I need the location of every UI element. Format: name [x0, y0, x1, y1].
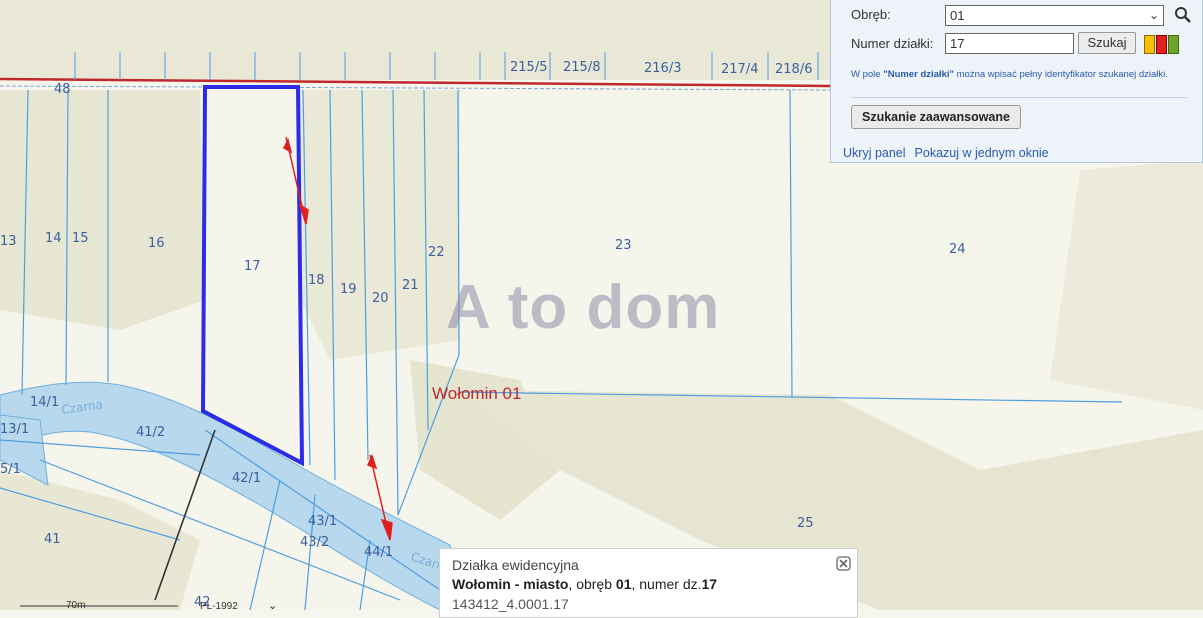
obreb-select-value: 01: [950, 8, 965, 23]
parcel-label: 17: [244, 259, 261, 274]
parcel-label: 16: [148, 236, 165, 251]
parcel-label: 216/3: [644, 61, 681, 76]
popup-title: Działka ewidencyjna: [452, 557, 579, 573]
parcel-label: 21: [402, 278, 419, 293]
color-red-button[interactable]: [1156, 35, 1167, 54]
color-yellow-button[interactable]: [1144, 35, 1155, 54]
parcel-label: 22: [428, 245, 445, 260]
single-window-link[interactable]: Pokazuj w jednym oknie: [915, 146, 1049, 160]
color-green-button[interactable]: [1168, 35, 1179, 54]
parcel-label: 20: [372, 291, 389, 306]
parcel-number-input[interactable]: 17: [945, 33, 1074, 54]
green-area: [0, 90, 205, 330]
parcel-label: 44/1: [364, 545, 393, 560]
obreb-select[interactable]: 01 ⌄: [945, 5, 1164, 26]
divider: [851, 97, 1187, 98]
advanced-search-button[interactable]: Szukanie zaawansowane: [851, 105, 1021, 129]
parcel-label: 43/2: [300, 535, 329, 550]
parcel-label: 217/4: [721, 62, 758, 77]
chevron-down-icon: ⌄: [1148, 8, 1159, 22]
chevron-down-icon[interactable]: ⌄: [268, 599, 277, 612]
search-button[interactable]: Szukaj: [1078, 32, 1136, 54]
close-icon[interactable]: [836, 556, 851, 571]
parcel-label: 215/5: [510, 60, 547, 75]
parcel-label: 15: [72, 231, 89, 246]
green-area: [0, 0, 830, 80]
hide-panel-link[interactable]: Ukryj panel: [843, 146, 906, 160]
parcel-label: 14: [45, 231, 62, 246]
parcel-label: Numer działki:: [851, 36, 934, 51]
watermark: A to dom: [446, 273, 721, 342]
popup-body: Wołomin - miasto, obręb 01, numer dz.17: [452, 576, 718, 592]
search-icon[interactable]: [1174, 6, 1192, 24]
parcel-label: 42/1: [232, 471, 261, 486]
parcel-info-popup: Działka ewidencyjna Wołomin - miasto, ob…: [439, 548, 858, 618]
parcel-label: 43/1: [308, 514, 337, 529]
parcel-label: 18: [308, 273, 325, 288]
parcel-label: 24: [949, 242, 966, 257]
parcel-label: 13: [0, 234, 17, 249]
parcel-label: 41: [44, 532, 61, 547]
hint-text: W pole "Numer działki" można wpisać pełn…: [851, 69, 1168, 80]
parcel-label: 5/1: [0, 462, 21, 477]
parcel-label: 48: [54, 82, 71, 97]
parcel-label: 25: [797, 516, 814, 531]
obreb-row: Obręb:: [851, 7, 941, 22]
parcel-label: 23: [615, 238, 632, 253]
parcel-label: 218/6: [775, 62, 812, 77]
scale-label: 70m: [66, 600, 86, 611]
parcel-label: 215/8: [563, 60, 600, 75]
search-panel: Obręb: 01 ⌄ Numer działki: 17 Szukaj W po…: [830, 0, 1203, 163]
green-area: [300, 90, 460, 360]
crs-select[interactable]: PL-1992: [200, 601, 238, 612]
panel-links: Ukryj panel Pokazuj w jednym oknie: [843, 146, 1058, 160]
parcel-label: 41/2: [136, 425, 165, 440]
parcel-row: Numer działki:: [851, 36, 941, 51]
parcel-label: 13/1: [0, 422, 29, 437]
obreb-label: Obręb:: [851, 7, 891, 22]
parcel-label: 19: [340, 282, 357, 297]
obreb-map-label: Wołomin 01: [432, 384, 522, 403]
parcel-label: 14/1: [30, 395, 59, 410]
